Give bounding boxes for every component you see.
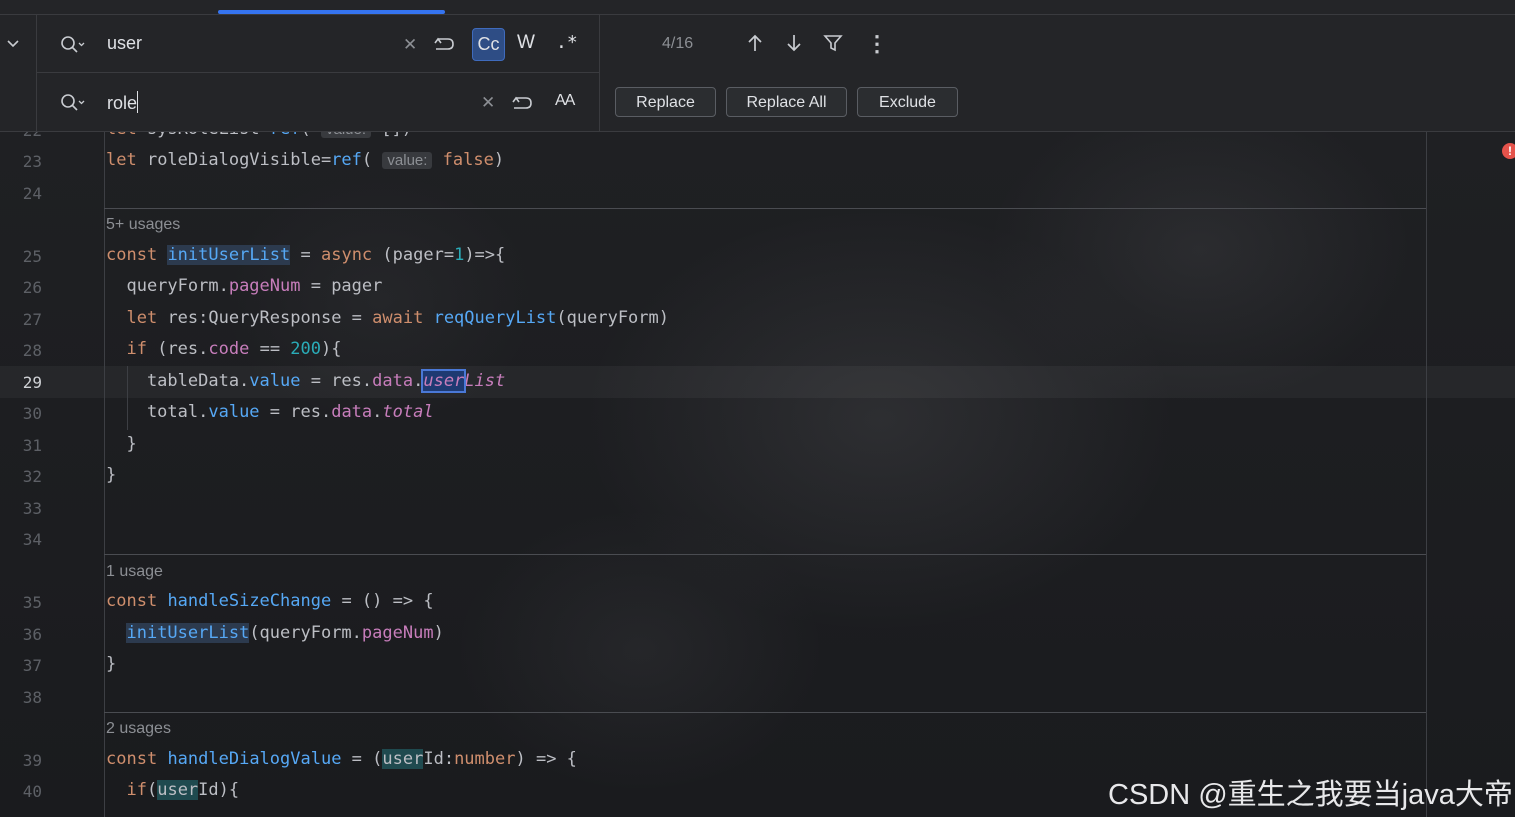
replace-input[interactable]: role: [107, 91, 139, 114]
line-number: 26: [22, 278, 42, 297]
chevron-down-icon[interactable]: [4, 34, 22, 52]
multiline-icon[interactable]: [510, 92, 534, 114]
usage-separator: [104, 554, 1426, 555]
search-input[interactable]: user: [107, 33, 142, 54]
replace-all-button[interactable]: Replace All: [726, 87, 847, 117]
more-options-icon[interactable]: ⋮: [866, 31, 888, 57]
line-number: 23: [22, 152, 42, 171]
line-number: 34: [22, 530, 42, 549]
watermark: CSDN @重生之我要当java大帝: [1108, 779, 1513, 811]
panel-divider: [36, 15, 37, 131]
line-number: 37: [22, 656, 42, 675]
search-history-icon[interactable]: [60, 35, 86, 55]
text-caret: [137, 91, 139, 113]
code-line: }: [106, 434, 137, 454]
replace-history-icon[interactable]: [60, 93, 86, 113]
code-line: const initUserList = async (pager=1)=>{: [106, 245, 506, 265]
line-number: 27: [22, 310, 42, 329]
block-guide: [104, 208, 105, 554]
block-guide: [104, 712, 105, 817]
row-divider: [36, 72, 599, 73]
code-line: if (res.code == 200){: [126, 339, 342, 359]
line-number: 31: [22, 436, 42, 455]
usage-separator: [104, 208, 1426, 209]
line-number: 33: [22, 499, 42, 518]
line-number: 38: [22, 688, 42, 707]
arrow-up-icon[interactable]: [744, 32, 766, 54]
line-number: 29: [22, 373, 42, 392]
code-line: queryForm.pageNum = pager: [106, 276, 383, 296]
find-replace-panel: user ✕ Cc W .* 4/16 ⋮ role ✕ AA Replace …: [0, 0, 1515, 132]
line-number: 22: [0, 131, 42, 140]
line-number: 39: [22, 751, 42, 770]
line-number: 36: [22, 625, 42, 644]
regex-toggle[interactable]: .*: [556, 32, 578, 53]
line-number: 25: [22, 247, 42, 266]
multiline-icon[interactable]: [432, 33, 456, 55]
replace-input-value: role: [107, 93, 138, 113]
match-count: 4/16: [662, 35, 694, 52]
code-line: total.value = res.data.total: [106, 402, 434, 422]
arrow-down-icon[interactable]: [783, 32, 805, 54]
line-number: 30: [22, 404, 42, 423]
preserve-case-toggle[interactable]: AA: [555, 92, 575, 110]
line-number: 28: [22, 341, 42, 360]
code-line: let roleDialogVisible=ref( value: false): [106, 150, 505, 170]
panel-divider: [599, 15, 600, 131]
code-line: if(userId){: [126, 780, 240, 800]
code-line: }: [106, 654, 117, 674]
line-number: 24: [22, 184, 42, 203]
code-line: const handleSizeChange = () => {: [106, 591, 434, 611]
exclude-button[interactable]: Exclude: [857, 87, 958, 117]
code-editor[interactable]: ! 22 let sysRoleList=ref( value: []) 23 …: [0, 131, 1515, 817]
param-hint: value:: [382, 152, 433, 169]
code-line: }: [106, 465, 117, 485]
clear-search-icon[interactable]: ✕: [403, 35, 417, 55]
code-line: const handleDialogValue = (userId:number…: [106, 749, 577, 769]
block-guide: [104, 554, 105, 712]
whole-words-toggle[interactable]: W: [517, 32, 535, 54]
replace-button[interactable]: Replace: [615, 87, 716, 117]
filter-icon[interactable]: [822, 32, 844, 54]
clear-replace-icon[interactable]: ✕: [481, 93, 495, 113]
usage-hint[interactable]: 5+ usages: [106, 216, 180, 234]
match-case-toggle[interactable]: Cc: [472, 28, 505, 61]
code-line: initUserList(queryForm.pageNum): [126, 623, 444, 643]
line-number: 40: [22, 782, 42, 801]
code-line: let sysRoleList=ref( value: []): [106, 131, 412, 139]
code-line: let res:QueryResponse = await reqQueryLi…: [126, 308, 669, 328]
usage-hint[interactable]: 1 usage: [106, 563, 163, 581]
code-line: tableData.value = res.data.userList: [106, 369, 506, 393]
block-guide: [104, 131, 105, 208]
line-number: 32: [22, 467, 42, 486]
usage-hint[interactable]: 2 usages: [106, 720, 171, 738]
usage-separator: [104, 712, 1426, 713]
right-margin-guide: [1426, 131, 1427, 817]
tab-divider: [0, 14, 1515, 15]
line-number: 35: [22, 593, 42, 612]
error-indicator-icon[interactable]: !: [1502, 143, 1515, 159]
